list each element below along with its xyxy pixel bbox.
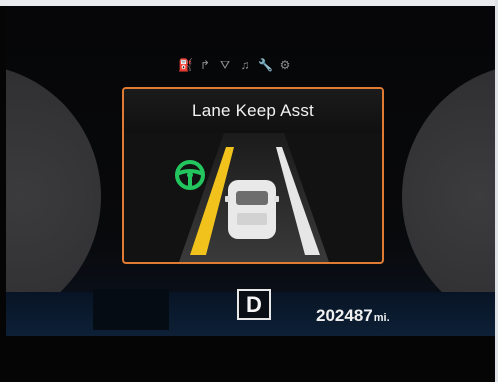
turn-arrow-icon[interactable]: ↱ (198, 58, 212, 72)
panel-header: Lane Keep Asst (124, 89, 382, 133)
lane-scene (124, 133, 382, 262)
music-note-icon[interactable]: ♫ (238, 58, 252, 72)
steering-wheel-icon (175, 160, 205, 190)
gear-indicator: D (237, 289, 271, 320)
odometer: 202487mi. (316, 306, 390, 326)
odometer-unit: mi. (373, 312, 390, 324)
panel-title: Lane Keep Asst (192, 101, 314, 120)
left-gauge (6, 64, 101, 329)
lane-illustration (179, 133, 329, 262)
car-icon (225, 180, 279, 239)
odometer-value: 202487 (316, 306, 373, 325)
wrench-icon[interactable]: 🔧 (258, 58, 273, 72)
gear-icon[interactable]: ⚙ (278, 58, 292, 72)
road-icon[interactable]: ⛛ (218, 58, 232, 72)
display-mode-icons: ⛽ ↱ ⛛ ♫ 🔧 ⚙ (178, 56, 292, 74)
info-box (93, 289, 169, 330)
right-gauge (402, 64, 495, 329)
lane-keep-panel: Lane Keep Asst (122, 87, 384, 264)
fuel-display-icon[interactable]: ⛽ (178, 58, 193, 72)
